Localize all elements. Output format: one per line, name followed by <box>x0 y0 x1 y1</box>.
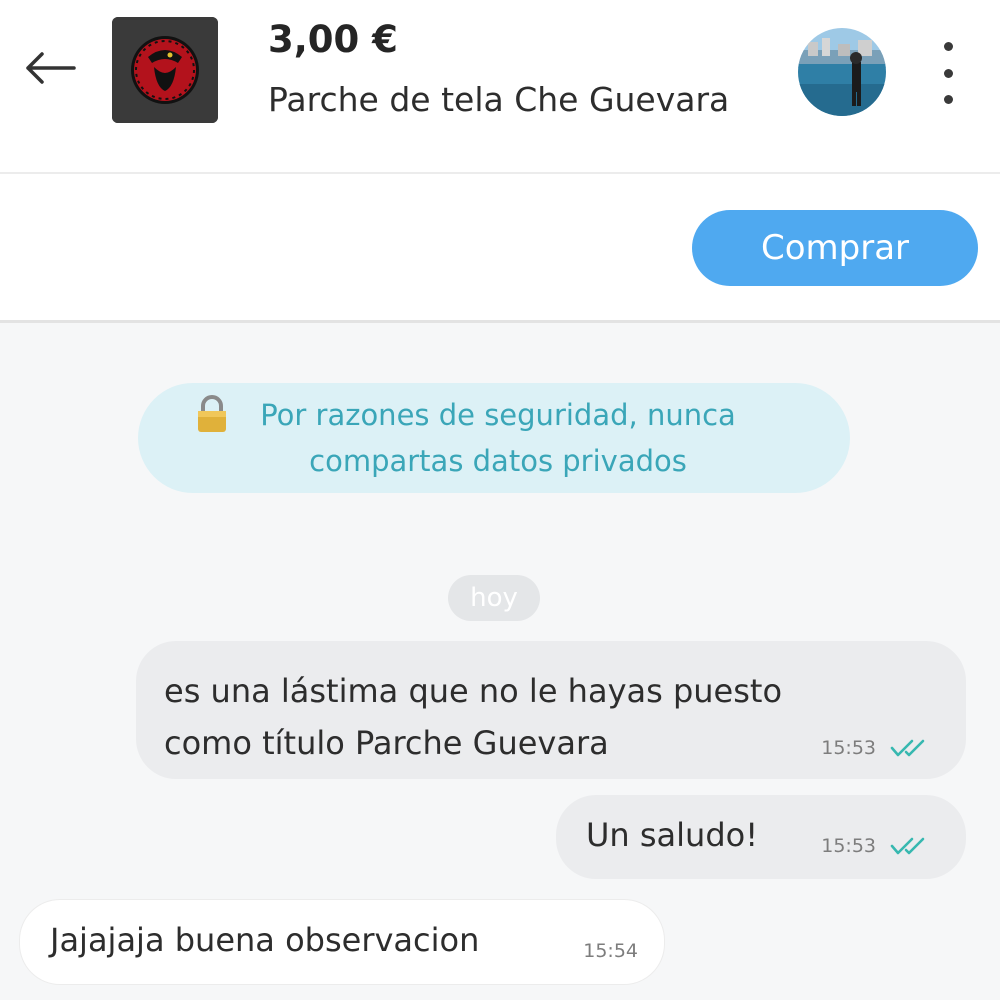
double-check-icon <box>890 739 925 757</box>
message-bubble-outgoing[interactable]: es una lástima que no le hayas puesto co… <box>136 641 966 779</box>
seller-avatar[interactable] <box>798 28 886 116</box>
double-check-icon <box>890 837 925 855</box>
security-notice: Por razones de seguridad, nunca comparta… <box>138 383 850 493</box>
security-notice-text: Por razones de seguridad, nunca comparta… <box>260 398 736 478</box>
message-time: 15:53 <box>821 737 876 759</box>
product-thumbnail[interactable] <box>112 17 218 123</box>
message-text: Jajajaja buena observacion <box>50 921 480 959</box>
avatar-photo <box>798 28 886 116</box>
more-vertical-icon <box>943 42 953 51</box>
message-bubble-incoming[interactable]: Jajajaja buena observacion 15:54 <box>20 900 664 984</box>
buy-button[interactable]: Comprar <box>692 210 978 286</box>
padlock-icon <box>198 395 226 432</box>
more-options-button[interactable] <box>925 38 971 108</box>
arrow-left-icon <box>26 52 76 84</box>
item-title[interactable]: Parche de tela Che Guevara <box>268 80 729 119</box>
action-bar: Comprar <box>0 174 1000 323</box>
price: 3,00 € <box>268 18 398 61</box>
message-time: 15:53 <box>821 835 876 857</box>
message-time: 15:54 <box>583 940 638 962</box>
message-bubble-outgoing[interactable]: Un saludo! 15:53 <box>556 795 966 879</box>
back-button[interactable] <box>20 40 80 96</box>
message-text: Un saludo! <box>586 816 759 854</box>
patch-image <box>112 17 218 123</box>
message-text: es una lástima que no le hayas puesto co… <box>164 672 783 762</box>
chat-header: 3,00 € Parche de tela Che Guevara <box>0 0 1000 174</box>
date-separator: hoy <box>448 575 540 621</box>
